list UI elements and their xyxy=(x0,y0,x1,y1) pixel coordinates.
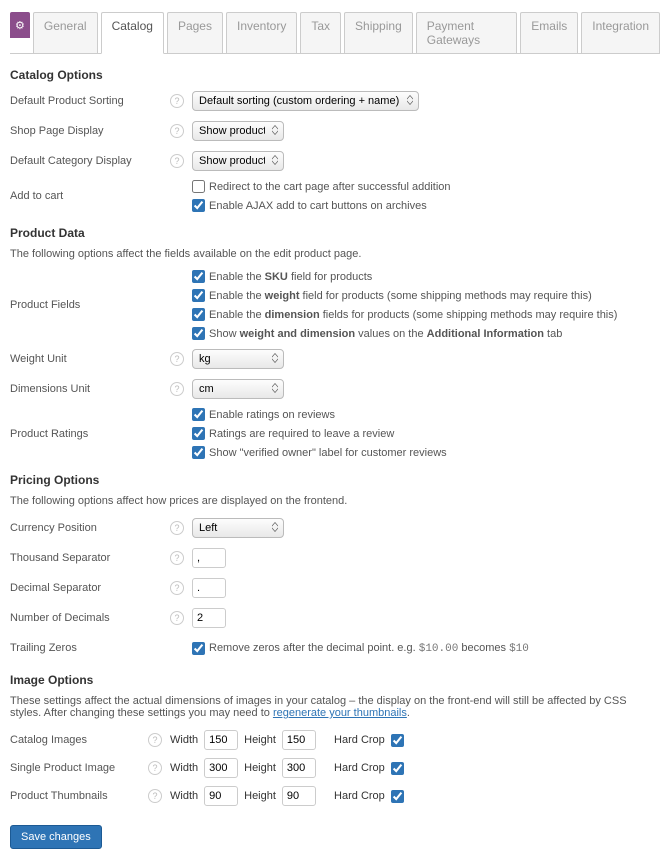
dimensions-unit-select[interactable]: cm xyxy=(192,379,284,399)
single-height-input[interactable] xyxy=(282,758,316,778)
ajax-cart-checkbox[interactable] xyxy=(192,199,205,212)
image-options-heading: Image Options xyxy=(10,673,660,687)
enable-ratings-checkbox[interactable] xyxy=(192,408,205,421)
sku-checkbox[interactable] xyxy=(192,270,205,283)
thumb-width-input[interactable] xyxy=(204,786,238,806)
default-sorting-select[interactable]: Default sorting (custom ordering + name) xyxy=(192,91,419,111)
tab-catalog[interactable]: Catalog xyxy=(101,12,164,54)
pricing-options-heading: Pricing Options xyxy=(10,473,660,487)
tab-emails[interactable]: Emails xyxy=(520,12,578,54)
thousand-sep-label: Thousand Separator xyxy=(10,552,170,564)
tab-inventory[interactable]: Inventory xyxy=(226,12,297,54)
ratings-required-checkbox[interactable] xyxy=(192,427,205,440)
tab-shipping[interactable]: Shipping xyxy=(344,12,413,54)
help-icon[interactable]: ? xyxy=(148,761,162,775)
catalog-width-input[interactable] xyxy=(204,730,238,750)
tab-tax[interactable]: Tax xyxy=(300,12,341,54)
trailing-zeros-label: Trailing Zeros xyxy=(10,642,170,654)
product-fields-label: Product Fields xyxy=(10,299,170,311)
category-display-label: Default Category Display xyxy=(10,155,170,167)
redirect-cart-checkbox[interactable] xyxy=(192,180,205,193)
thumbnails-label: Product Thumbnails xyxy=(10,790,148,802)
num-decimals-label: Number of Decimals xyxy=(10,612,170,624)
decimal-sep-label: Decimal Separator xyxy=(10,582,170,594)
product-data-desc: The following options affect the fields … xyxy=(10,248,660,260)
tab-payment-gateways[interactable]: Payment Gateways xyxy=(416,12,518,54)
product-data-heading: Product Data xyxy=(10,226,660,240)
dimension-checkbox[interactable] xyxy=(192,308,205,321)
trailing-zeros-checkbox[interactable] xyxy=(192,642,205,655)
tab-integration[interactable]: Integration xyxy=(581,12,660,54)
regenerate-thumbnails-link[interactable]: regenerate your thumbnails xyxy=(273,707,407,719)
currency-position-label: Currency Position xyxy=(10,522,170,534)
help-icon[interactable]: ? xyxy=(170,154,184,168)
shop-display-select[interactable]: Show products xyxy=(192,121,284,141)
help-icon[interactable]: ? xyxy=(170,551,184,565)
help-icon[interactable]: ? xyxy=(170,124,184,138)
weight-unit-label: Weight Unit xyxy=(10,353,170,365)
shop-display-label: Shop Page Display xyxy=(10,125,170,137)
single-hardcrop-checkbox[interactable] xyxy=(391,762,404,775)
category-display-select[interactable]: Show products xyxy=(192,151,284,171)
save-changes-button[interactable]: Save changes xyxy=(10,825,102,849)
settings-tabs: ⚙ General Catalog Pages Inventory Tax Sh… xyxy=(10,8,660,54)
tab-general[interactable]: General xyxy=(33,12,98,54)
num-decimals-input[interactable] xyxy=(192,608,226,628)
help-icon[interactable]: ? xyxy=(148,733,162,747)
thousand-sep-input[interactable] xyxy=(192,548,226,568)
image-options-desc: These settings affect the actual dimensi… xyxy=(10,695,660,719)
help-icon[interactable]: ? xyxy=(170,382,184,396)
product-ratings-label: Product Ratings xyxy=(10,428,170,440)
help-icon[interactable]: ? xyxy=(148,789,162,803)
verified-owner-checkbox[interactable] xyxy=(192,446,205,459)
help-icon[interactable]: ? xyxy=(170,352,184,366)
show-weight-dim-checkbox[interactable] xyxy=(192,327,205,340)
weight-unit-select[interactable]: kg xyxy=(192,349,284,369)
gear-icon[interactable]: ⚙ xyxy=(10,12,30,38)
single-width-input[interactable] xyxy=(204,758,238,778)
decimal-sep-input[interactable] xyxy=(192,578,226,598)
currency-position-select[interactable]: Left xyxy=(192,518,284,538)
tab-pages[interactable]: Pages xyxy=(167,12,223,54)
catalog-images-label: Catalog Images xyxy=(10,734,148,746)
thumb-hardcrop-checkbox[interactable] xyxy=(391,790,404,803)
pricing-options-desc: The following options affect how prices … xyxy=(10,495,660,507)
thumb-height-input[interactable] xyxy=(282,786,316,806)
ajax-cart-text: Enable AJAX add to cart buttons on archi… xyxy=(209,200,427,212)
dimensions-unit-label: Dimensions Unit xyxy=(10,383,170,395)
redirect-cart-text: Redirect to the cart page after successf… xyxy=(209,181,451,193)
add-to-cart-label: Add to cart xyxy=(10,190,170,202)
default-sorting-label: Default Product Sorting xyxy=(10,95,170,107)
catalog-options-heading: Catalog Options xyxy=(10,68,660,82)
help-icon[interactable]: ? xyxy=(170,521,184,535)
catalog-height-input[interactable] xyxy=(282,730,316,750)
catalog-hardcrop-checkbox[interactable] xyxy=(391,734,404,747)
single-image-label: Single Product Image xyxy=(10,762,148,774)
help-icon[interactable]: ? xyxy=(170,94,184,108)
weight-checkbox[interactable] xyxy=(192,289,205,302)
help-icon[interactable]: ? xyxy=(170,581,184,595)
help-icon[interactable]: ? xyxy=(170,611,184,625)
